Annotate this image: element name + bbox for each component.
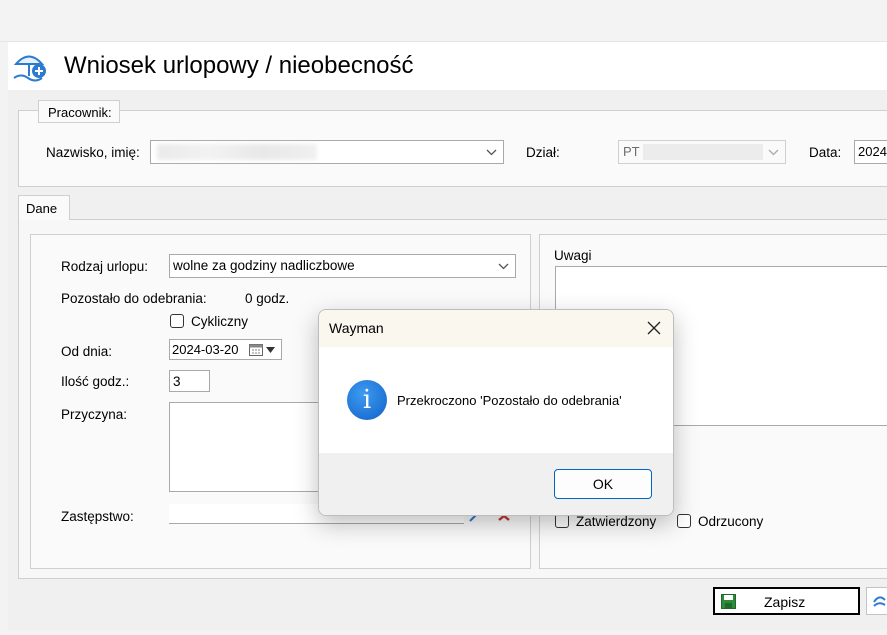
tab-dane[interactable]: Dane bbox=[18, 195, 70, 220]
calendar-icon[interactable] bbox=[249, 343, 263, 356]
approved-checkbox[interactable] bbox=[555, 514, 569, 528]
umbrella-plus-icon bbox=[13, 55, 46, 82]
employee-legend: Pracownik: bbox=[38, 100, 120, 123]
dialog-message: Przekroczono 'Pozostało do odebrania' bbox=[397, 393, 622, 408]
save-icon bbox=[721, 594, 736, 609]
dialog-titlebar: Wayman bbox=[319, 310, 673, 347]
hours-label: Ilość godz.: bbox=[61, 374, 130, 389]
save-button[interactable]: Zapisz bbox=[713, 587, 860, 615]
dialog-title: Wayman bbox=[329, 320, 384, 336]
dept-label: Dział: bbox=[526, 145, 560, 160]
dropdown-arrow-icon[interactable] bbox=[266, 347, 275, 353]
save-label: Zapisz bbox=[764, 594, 806, 610]
rejected-label: Odrzucony bbox=[698, 514, 764, 529]
notes-label: Uwagi bbox=[554, 248, 592, 263]
substitute-label: Zastępstwo: bbox=[61, 509, 134, 524]
dept-value: PT bbox=[623, 144, 640, 159]
leave-type-value: wolne za godziny nadliczbowe bbox=[173, 258, 355, 273]
remaining-value: 0 godz. bbox=[245, 291, 290, 306]
dept-value-redacted bbox=[643, 144, 763, 160]
leave-type-label: Rodzaj urlopu: bbox=[61, 259, 149, 274]
name-value-redacted bbox=[157, 144, 317, 160]
name-label: Nazwisko, imię: bbox=[46, 145, 140, 160]
hours-input[interactable]: 3 bbox=[169, 370, 210, 392]
name-combo[interactable] bbox=[150, 140, 504, 164]
rejected-checkbox[interactable] bbox=[677, 514, 691, 528]
close-icon[interactable] bbox=[647, 321, 661, 335]
approved-label: Zatwierdzony bbox=[576, 514, 657, 529]
reason-textarea[interactable] bbox=[169, 402, 329, 492]
leave-type-combo[interactable]: wolne za godziny nadliczbowe bbox=[169, 254, 516, 278]
chevron-down-icon bbox=[768, 149, 779, 156]
date-label: Data: bbox=[809, 145, 842, 160]
from-date-picker[interactable]: 2024-03-20 bbox=[169, 339, 282, 360]
remaining-label: Pozostało do odebrania: bbox=[61, 291, 207, 306]
cyclic-label: Cykliczny bbox=[191, 314, 249, 329]
refresh-icon bbox=[873, 596, 886, 607]
secondary-button[interactable] bbox=[866, 587, 887, 615]
page-title: Wniosek urlopowy / nieobecność bbox=[64, 52, 414, 79]
chevron-down-icon bbox=[498, 263, 509, 270]
window-top-strip bbox=[0, 0, 887, 42]
message-dialog: Wayman i Przekroczono 'Pozostało do odeb… bbox=[318, 309, 674, 516]
from-date-value: 2024-03-20 bbox=[172, 342, 239, 357]
from-date-label: Od dnia: bbox=[61, 344, 113, 359]
cyclic-checkbox[interactable] bbox=[170, 314, 184, 328]
date-input[interactable]: 2024 bbox=[854, 140, 887, 164]
dept-combo[interactable]: PT bbox=[618, 140, 786, 164]
ok-button[interactable]: OK bbox=[554, 469, 652, 499]
info-icon: i bbox=[347, 380, 387, 420]
chevron-down-icon bbox=[486, 149, 497, 156]
reason-label: Przyczyna: bbox=[61, 407, 128, 422]
